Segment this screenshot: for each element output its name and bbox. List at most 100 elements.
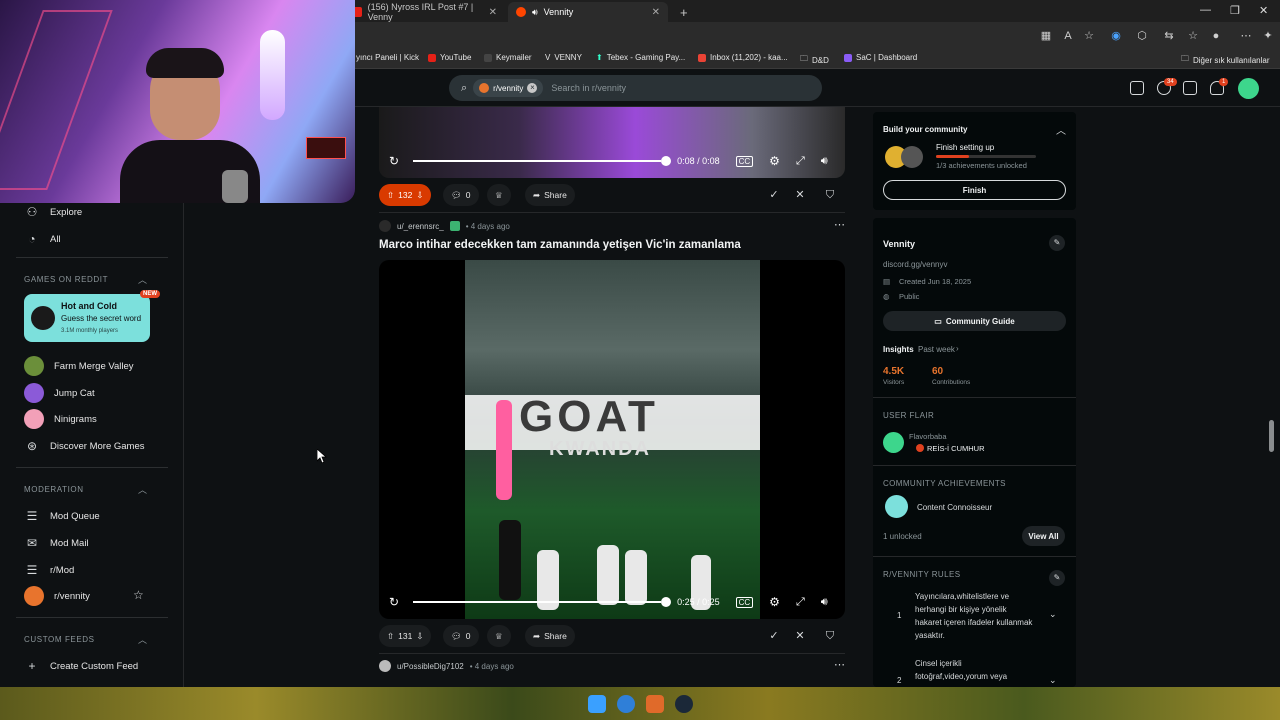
shield-icon[interactable]: ⛉ (823, 188, 837, 202)
split-icon[interactable]: ⇆ (1163, 30, 1175, 42)
award-button[interactable]: ♕ (487, 184, 511, 206)
maximize-icon[interactable]: ❐ (1230, 4, 1240, 17)
settings-gear-icon[interactable]: ⚙ (769, 154, 780, 168)
favorite-star-icon[interactable]: ☆ (133, 588, 144, 602)
community-link[interactable]: discord.gg/vennyv (883, 260, 947, 269)
subreddit-chip[interactable]: r/vennity × (473, 79, 544, 97)
video-player[interactable]: ↻ 0:08 / 0:08 CC ⚙ ⤢ 🔊︎ (379, 107, 845, 178)
more-options-icon[interactable]: ⋯ (834, 218, 846, 231)
avatar[interactable] (1238, 78, 1259, 99)
close-icon[interactable]: ✕ (489, 7, 497, 18)
nav-discover-games[interactable]: ⊛ Discover More Games (24, 438, 145, 454)
create-post-icon[interactable] (1183, 81, 1197, 95)
games-section-header[interactable]: GAMES ON REDDIT (24, 275, 108, 284)
progress-knob[interactable] (661, 597, 672, 607)
view-all-button[interactable]: View All (1022, 526, 1065, 546)
featured-game-card[interactable]: Hot and Cold Guess the secret word 3.1M … (24, 290, 160, 342)
edit-pencil-icon[interactable]: ✎ (1049, 235, 1065, 251)
downvote-icon[interactable]: ⇩ (416, 190, 423, 201)
bookmark-venny[interactable]: V VENNY (545, 53, 582, 62)
game-jump-cat[interactable]: Jump Cat (24, 383, 95, 403)
shield-icon[interactable]: ⛉ (823, 629, 837, 643)
fullscreen-icon[interactable]: ⤢ (796, 155, 805, 168)
progress-knob[interactable] (661, 156, 672, 166)
rule-text[interactable]: Cinsel içerikli fotoğraf,video,yorum vey… (915, 657, 1035, 683)
close-icon[interactable]: ✕ (652, 7, 660, 18)
search-input[interactable]: ⌕ r/vennity × Search in r/vennity (449, 75, 822, 101)
post-title[interactable]: Marco intihar edecekken tam zamanında ye… (379, 239, 741, 251)
custom-feeds-section-header[interactable]: CUSTOM FEEDS (24, 635, 95, 644)
progress-bar[interactable] (413, 601, 662, 603)
window-close-icon[interactable]: ✕ (1259, 4, 1268, 17)
more-options-icon[interactable]: ⋯ (834, 658, 846, 671)
downvote-icon[interactable]: ⇩ (416, 631, 423, 642)
post-author[interactable]: u/_erennsrc_ (397, 222, 444, 231)
chevron-up-icon[interactable]: ︿ (138, 633, 147, 646)
bookmark-inbox[interactable]: Inbox (11,202) - kaa... (698, 53, 788, 62)
upvote-icon[interactable]: ⇧ (387, 190, 394, 201)
video-player[interactable]: GOAT KWANDA ↻ 0:25 / 0:25 CC ⚙ ⤢ 🔊︎ (379, 260, 845, 619)
start-icon[interactable] (588, 695, 606, 713)
tab-nyross[interactable]: (156) Nyross IRL Post #7 | Venny ✕ (345, 2, 505, 22)
minimize-icon[interactable]: — (1200, 4, 1211, 16)
page-scrollbar[interactable] (1269, 420, 1274, 452)
steam-icon[interactable] (675, 695, 693, 713)
chevron-right-icon[interactable]: › (956, 344, 959, 353)
app-icon[interactable] (646, 695, 664, 713)
finish-button[interactable]: Finish (883, 180, 1066, 200)
volume-icon[interactable]: 🔊︎ (821, 155, 828, 168)
moderation-section-header[interactable]: MODERATION (24, 485, 84, 494)
approve-check-icon[interactable]: ✓ (767, 188, 781, 202)
app-icon[interactable]: ▦ (1040, 30, 1052, 42)
remove-x-icon[interactable]: ✕ (793, 629, 807, 643)
nav-r-mod[interactable]: ☰ r/Mod (24, 562, 75, 578)
insights-label[interactable]: Insights (883, 345, 914, 354)
captions-icon[interactable]: CC (735, 596, 754, 608)
community-guide-button[interactable]: ▭ Community Guide (883, 311, 1066, 331)
bookmark-dnd[interactable]: 🗀︎ D&D (800, 53, 829, 67)
nav-create-custom-feed[interactable]: + Create Custom Feed (24, 658, 138, 674)
bookmark-kick[interactable]: yıncı Paneli | Kick (356, 53, 419, 62)
edge-icon[interactable] (617, 695, 635, 713)
progress-bar[interactable] (413, 160, 662, 162)
settings-gear-icon[interactable]: ⚙ (769, 595, 780, 609)
game-farm-merge-valley[interactable]: Farm Merge Valley (24, 356, 134, 376)
nav-explore[interactable]: ⚇ Explore (24, 204, 83, 220)
fullscreen-icon[interactable]: ⤢ (796, 596, 805, 609)
rule-text[interactable]: Yayıncılara,whitelistlere ve herhangi bi… (915, 590, 1035, 642)
bookmark-youtube[interactable]: YouTube (428, 53, 471, 62)
other-bookmarks[interactable]: 🗀︎ Diğer sık kullanılanlar (1181, 53, 1269, 67)
chevron-down-icon[interactable]: ⌄ (1049, 675, 1057, 686)
read-aloud-icon[interactable]: A (1062, 30, 1074, 42)
captions-icon[interactable]: CC (735, 155, 754, 167)
nav-r-vennity[interactable]: r/vennity (24, 586, 90, 606)
new-tab-button[interactable]: + (672, 2, 692, 22)
nav-mod-queue[interactable]: ☰ Mod Queue (24, 508, 100, 524)
edit-pencil-icon[interactable]: ✎ (1049, 570, 1065, 586)
bookmark-tebex[interactable]: ⬆ Tebex - Gaming Pay... (596, 53, 685, 62)
replay-icon[interactable]: ↻ (389, 595, 399, 609)
nav-mod-mail[interactable]: ✉ Mod Mail (24, 535, 89, 551)
nav-all[interactable]: ◔ All (24, 231, 60, 247)
clear-chip-icon[interactable]: × (527, 83, 538, 93)
game-ninigrams[interactable]: Ninigrams (24, 409, 97, 429)
favorites-icon[interactable]: ☆ (1187, 30, 1199, 42)
user-avatar[interactable] (379, 220, 391, 232)
tab-vennity[interactable]: 🔊︎ Vennity ✕ (508, 2, 668, 22)
chevron-down-icon[interactable]: ⌄ (1049, 609, 1057, 620)
post-author[interactable]: u/PossibleDig7102 (397, 662, 464, 671)
comments-button[interactable]: 💬︎ 0 (443, 184, 479, 206)
upvote-icon[interactable]: ⇧ (387, 631, 394, 642)
remove-x-icon[interactable]: ✕ (793, 188, 807, 202)
profile-icon[interactable]: ● (1210, 30, 1222, 42)
speaker-icon[interactable]: 🔊︎ (532, 7, 538, 18)
chevron-up-icon[interactable]: ︿ (138, 273, 147, 286)
comments-button[interactable]: 💬︎ 0 (443, 625, 479, 647)
chevron-up-icon[interactable]: ︿ (1056, 122, 1066, 137)
extensions-icon[interactable]: ⬡ (1136, 30, 1148, 42)
user-avatar[interactable] (379, 660, 391, 672)
insights-period[interactable]: Past week (918, 345, 955, 354)
share-button[interactable]: ➦ Share (525, 184, 575, 206)
copilot-icon[interactable]: ◉ (1110, 30, 1122, 42)
advertise-icon[interactable] (1130, 81, 1144, 95)
